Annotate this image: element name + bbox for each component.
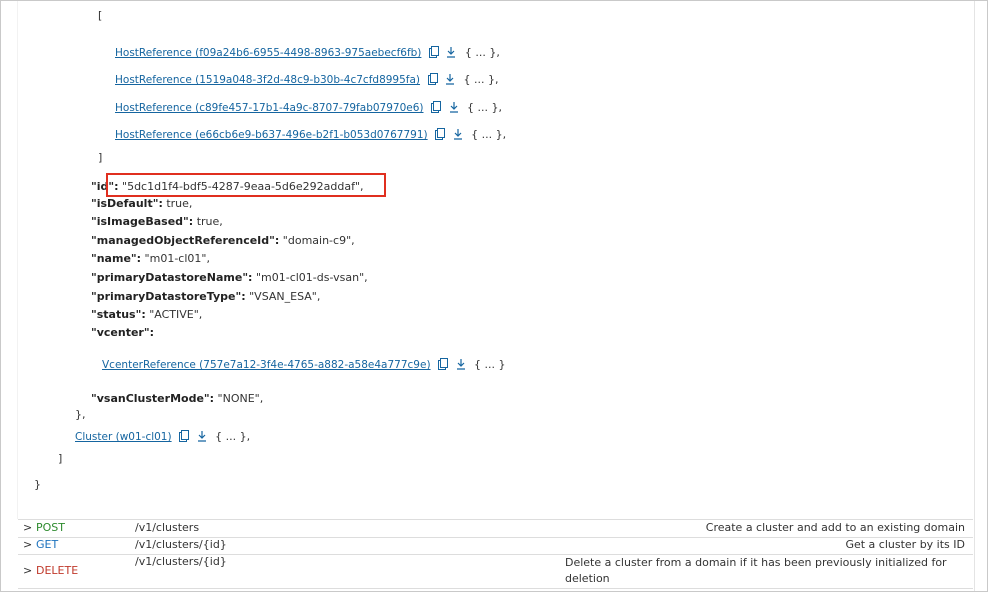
highlight-box — [106, 173, 386, 197]
host-reference-row: HostReference (1519a048-3f2d-48c9-b30b-4… — [115, 73, 499, 87]
operation-description: Get a cluster by its ID — [845, 538, 965, 551]
copy-icon[interactable] — [428, 46, 439, 58]
field-isdefault: "isDefault": true, — [91, 197, 192, 211]
field-value: true, — [196, 215, 223, 228]
api-explorer-panel: [ HostReference (f09a24b6-6955-4498-8963… — [0, 0, 988, 592]
field-primarydatastoretype: "primaryDatastoreType": "VSAN_ESA", — [91, 290, 320, 304]
collapsed-object[interactable]: { ... }, — [471, 128, 506, 141]
download-icon[interactable] — [456, 358, 466, 370]
copy-icon[interactable] — [179, 430, 190, 442]
operation-row-delete[interactable]: > DELETE /v1/clusters/{id} Delete a clus… — [18, 554, 973, 589]
field-value: "m01-cl01-ds-vsan", — [255, 271, 368, 284]
vcenter-reference-row: VcenterReference (757e7a12-3f4e-4765-a88… — [102, 358, 506, 372]
chevron-right-icon[interactable]: > — [23, 538, 32, 551]
copy-icon[interactable] — [431, 101, 441, 113]
field-status: "status": "ACTIVE", — [91, 308, 202, 322]
root-close: } — [34, 478, 41, 491]
field-key: "vsanClusterMode": — [91, 392, 215, 405]
chevron-right-icon[interactable]: > — [23, 521, 32, 534]
host-reference-link[interactable]: HostReference (c89fe457-17b1-4a9c-8707-7… — [115, 102, 424, 114]
array-close: ] — [58, 452, 63, 465]
operation-row-post[interactable]: > POST /v1/clusters Create a cluster and… — [18, 520, 973, 538]
operations-list: > POST /v1/clusters Create a cluster and… — [18, 519, 973, 591]
field-isimagebased: "isImageBased": true, — [91, 215, 223, 229]
operation-path: /v1/clusters/{id} — [135, 555, 227, 568]
field-vsanclustermode: "vsanClusterMode": "NONE", — [91, 392, 263, 406]
method-label: GET — [36, 538, 59, 551]
operation-description: Create a cluster and add to an existing … — [705, 521, 965, 534]
field-value: true, — [166, 197, 193, 210]
operation-description: Delete a cluster from a domain if it has… — [565, 556, 947, 585]
collapsed-object[interactable]: { ... }, — [464, 73, 499, 86]
collapsed-object[interactable]: { ... }, — [465, 46, 500, 59]
collapsed-object[interactable]: { ... }, — [215, 430, 250, 443]
field-key: "name": — [91, 252, 142, 265]
scrollbar[interactable] — [974, 1, 987, 591]
field-key: "primaryDatastoreType": — [91, 290, 246, 303]
download-icon[interactable] — [445, 73, 455, 85]
method-label: DELETE — [36, 564, 79, 577]
field-managedobjectreferenceid: "managedObjectReferenceId": "domain-c9", — [91, 234, 355, 248]
field-key: "primaryDatastoreName": — [91, 271, 253, 284]
field-key: "vcenter": — [91, 326, 154, 339]
field-value: "ACTIVE", — [149, 308, 203, 321]
download-icon[interactable] — [446, 46, 456, 58]
field-value: "m01-cl01", — [144, 252, 210, 265]
host-reference-link[interactable]: HostReference (e66cb6e9-b637-496e-b2f1-b… — [115, 129, 428, 141]
response-json-view: [ HostReference (f09a24b6-6955-4498-8963… — [17, 1, 975, 519]
download-icon[interactable] — [449, 101, 459, 113]
field-value: "NONE", — [217, 392, 264, 405]
open-bracket: [ — [98, 9, 103, 22]
field-name: "name": "m01-cl01", — [91, 252, 210, 266]
operation-row-get[interactable]: > GET /v1/clusters/{id} Get a cluster by… — [18, 537, 973, 555]
host-reference-row: HostReference (f09a24b6-6955-4498-8963-9… — [115, 46, 500, 60]
cluster-reference-link[interactable]: Cluster (w01-cl01) — [75, 431, 172, 443]
object-close: }, — [75, 408, 86, 421]
operation-path: /v1/clusters — [135, 521, 200, 534]
host-reference-link[interactable]: HostReference (f09a24b6-6955-4498-8963-9… — [115, 47, 421, 59]
chevron-right-icon[interactable]: > — [23, 564, 32, 577]
copy-icon[interactable] — [438, 358, 449, 370]
field-key: "status": — [91, 308, 146, 321]
field-key: "isDefault": — [91, 197, 163, 210]
host-reference-row: HostReference (e66cb6e9-b637-496e-b2f1-b… — [115, 128, 506, 142]
download-icon[interactable] — [197, 430, 207, 442]
field-vcenter: "vcenter": — [91, 326, 154, 340]
copy-icon[interactable] — [427, 73, 438, 85]
host-reference-link[interactable]: HostReference (1519a048-3f2d-48c9-b30b-4… — [115, 74, 420, 86]
vcenter-reference-link[interactable]: VcenterReference (757e7a12-3f4e-4765-a88… — [102, 359, 431, 371]
field-key: "managedObjectReferenceId": — [91, 234, 280, 247]
field-value: "domain-c9", — [282, 234, 355, 247]
close-bracket: ] — [98, 151, 103, 164]
download-icon[interactable] — [453, 128, 463, 140]
field-value: "VSAN_ESA", — [249, 290, 321, 303]
operation-path: /v1/clusters/{id} — [135, 538, 227, 551]
field-key: "isImageBased": — [91, 215, 194, 228]
collapsed-object[interactable]: { ... }, — [467, 101, 502, 114]
method-label: POST — [36, 521, 65, 534]
host-reference-row: HostReference (c89fe457-17b1-4a9c-8707-7… — [115, 101, 502, 115]
cluster-reference-row: Cluster (w01-cl01) { ... }, — [75, 430, 250, 444]
field-primarydatastorename: "primaryDatastoreName": "m01-cl01-ds-vsa… — [91, 271, 368, 285]
collapsed-object[interactable]: { ... } — [474, 358, 505, 371]
copy-icon[interactable] — [435, 128, 446, 140]
